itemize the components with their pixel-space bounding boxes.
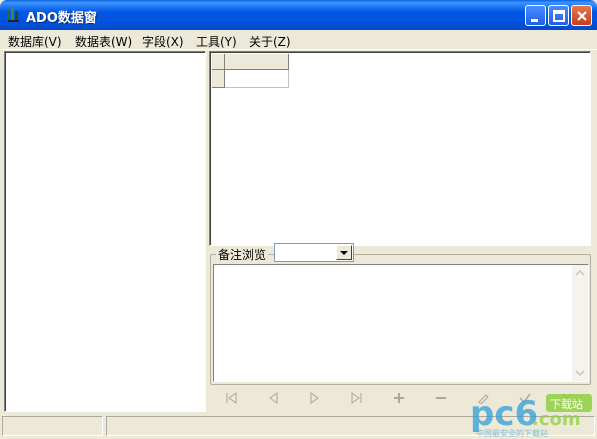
memo-vertical-scrollbar[interactable] (572, 265, 588, 381)
status-pane-2 (106, 416, 595, 436)
next-record-button[interactable] (294, 387, 336, 409)
first-icon (226, 392, 237, 404)
menu-table[interactable]: 数据表(W) (75, 33, 132, 50)
menu-about[interactable]: 关于(Z) (249, 33, 291, 50)
prior-icon (269, 392, 278, 404)
cancel-edit-button[interactable] (546, 387, 588, 409)
menu-bar: 数据库(V) 数据表(W) 字段(X) 工具(Y) 关于(Z) (0, 30, 597, 50)
grid-row-indicator[interactable] (212, 70, 225, 88)
app-database-icon (6, 7, 22, 23)
menu-database[interactable]: 数据库(V) (8, 33, 62, 50)
maximize-button[interactable] (548, 5, 569, 26)
insert-icon (394, 393, 404, 403)
status-bar (0, 414, 597, 439)
next-icon (310, 392, 319, 404)
scroll-down-icon[interactable] (572, 365, 588, 381)
memo-field-select[interactable] (274, 243, 354, 262)
cancel-icon (562, 393, 572, 403)
window-title: ADO数据窗 (26, 11, 97, 26)
last-icon (351, 392, 362, 404)
dropdown-arrow-icon[interactable] (336, 245, 352, 260)
database-tree-view[interactable] (4, 51, 206, 412)
delete-icon (436, 397, 446, 399)
db-navigator (210, 387, 590, 409)
title-bar[interactable]: ADO数据窗 (0, 0, 597, 30)
prior-record-button[interactable] (252, 387, 294, 409)
delete-record-button[interactable] (420, 387, 462, 409)
grid-corner-cell (212, 54, 225, 70)
grid-cell[interactable] (225, 70, 289, 88)
memo-browse-label: 备注浏览 (216, 246, 269, 263)
post-record-button[interactable] (504, 387, 546, 409)
menu-tools[interactable]: 工具(Y) (196, 33, 237, 50)
first-record-button[interactable] (210, 387, 252, 409)
status-pane-1 (2, 416, 103, 436)
memo-text-area[interactable] (213, 264, 589, 382)
minimize-button[interactable] (525, 5, 546, 26)
grid-column-header[interactable] (225, 54, 289, 70)
close-button[interactable] (571, 5, 592, 26)
data-grid[interactable] (209, 51, 591, 246)
post-icon (519, 393, 531, 404)
last-record-button[interactable] (336, 387, 378, 409)
edit-icon (478, 394, 489, 404)
edit-record-button[interactable] (462, 387, 504, 409)
insert-record-button[interactable] (378, 387, 420, 409)
scroll-up-icon[interactable] (572, 265, 588, 281)
menu-field[interactable]: 字段(X) (142, 33, 184, 50)
